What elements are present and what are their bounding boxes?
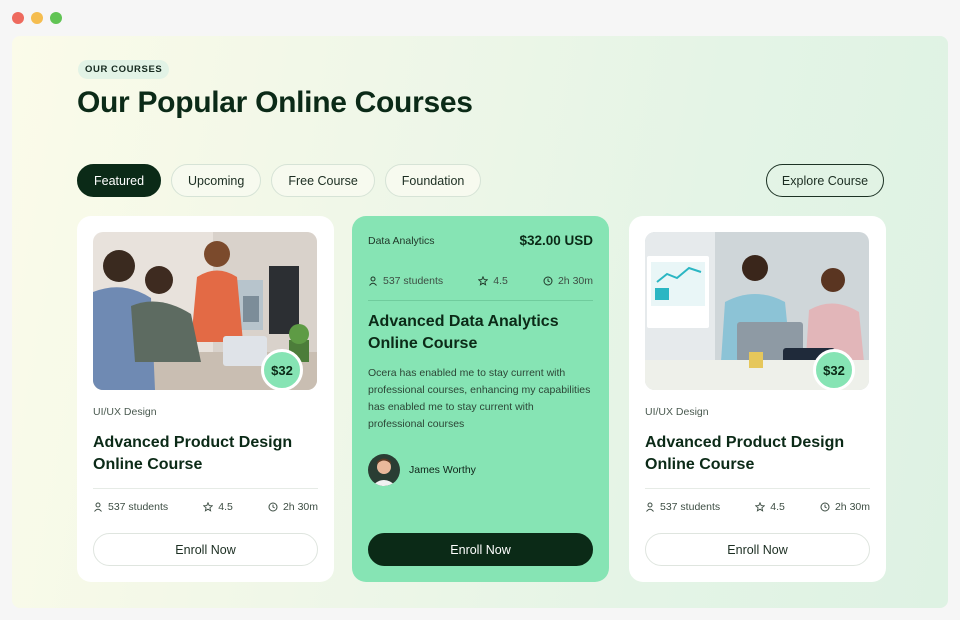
students-count: 537 students bbox=[383, 275, 444, 287]
user-icon bbox=[94, 502, 102, 512]
students-meta: 537 students bbox=[368, 275, 443, 287]
students-meta: 537 students bbox=[645, 501, 720, 513]
duration-meta: 2h 30m bbox=[543, 275, 593, 287]
clock-icon bbox=[268, 502, 278, 512]
rating-value: 4.5 bbox=[493, 275, 508, 287]
rating-value: 4.5 bbox=[770, 501, 785, 513]
students-count: 537 students bbox=[108, 501, 169, 513]
rating-value: 4.5 bbox=[218, 501, 233, 513]
price-badge: $32 bbox=[813, 349, 855, 391]
rating-meta: 4.5 bbox=[478, 275, 508, 287]
courses-section: OUR COURSES Our Popular Online Courses F… bbox=[12, 36, 948, 608]
course-category: UI/UX Design bbox=[93, 406, 157, 418]
minimize-window-button[interactable] bbox=[31, 12, 43, 24]
card-divider bbox=[645, 488, 870, 489]
duration-value: 2h 30m bbox=[557, 275, 593, 287]
enroll-now-button[interactable]: Enroll Now bbox=[368, 533, 593, 566]
avatar bbox=[368, 454, 400, 486]
course-category: Data Analytics bbox=[368, 235, 435, 247]
course-title[interactable]: Advanced Product Design Online Course bbox=[645, 432, 870, 476]
window-controls bbox=[12, 12, 62, 24]
tab-upcoming[interactable]: Upcoming bbox=[171, 164, 262, 197]
star-icon bbox=[203, 502, 214, 512]
star-icon bbox=[478, 276, 489, 286]
course-filter-tabs: Featured Upcoming Free Course Foundation bbox=[77, 164, 482, 197]
students-meta: 537 students bbox=[93, 501, 168, 513]
rating-meta: 4.5 bbox=[755, 501, 785, 513]
author-name: James Worthy bbox=[409, 464, 476, 476]
duration-meta: 2h 30m bbox=[820, 501, 870, 513]
course-title[interactable]: Advanced Product Design Online Course bbox=[93, 432, 318, 476]
course-meta: 537 students 4.5 2h 30m bbox=[645, 501, 870, 513]
tab-free-course[interactable]: Free Course bbox=[271, 164, 375, 197]
course-author: James Worthy bbox=[368, 454, 476, 486]
course-meta: 537 students 4.5 2h 30m bbox=[93, 501, 318, 513]
duration-meta: 2h 30m bbox=[268, 501, 318, 513]
maximize-window-button[interactable] bbox=[50, 12, 62, 24]
students-count: 537 students bbox=[660, 501, 721, 513]
duration-value: 2h 30m bbox=[282, 501, 318, 513]
course-card-product-design-2[interactable]: $32 UI/UX Design Advanced Product Design… bbox=[629, 216, 886, 582]
card-divider bbox=[368, 300, 593, 301]
duration-value: 2h 30m bbox=[834, 501, 870, 513]
clock-icon bbox=[820, 502, 830, 512]
course-card-product-design[interactable]: $32 UI/UX Design Advanced Product Design… bbox=[77, 216, 334, 582]
explore-course-button[interactable]: Explore Course bbox=[766, 164, 884, 197]
price-badge: $32 bbox=[261, 349, 303, 391]
user-icon bbox=[646, 502, 654, 512]
clock-icon bbox=[543, 276, 553, 286]
rating-meta: 4.5 bbox=[203, 501, 233, 513]
tab-foundation[interactable]: Foundation bbox=[384, 164, 482, 197]
course-price: $32.00 USD bbox=[519, 233, 593, 248]
page-title: Our Popular Online Courses bbox=[77, 86, 473, 119]
card-divider bbox=[93, 488, 318, 489]
course-card-data-analytics[interactable]: Data Analytics $32.00 USD 537 students 4… bbox=[352, 216, 609, 582]
course-description: Ocera has enabled me to stay current wit… bbox=[368, 367, 591, 430]
course-title[interactable]: Advanced Data Analytics Online Course bbox=[368, 311, 593, 355]
course-meta: 537 students 4.5 2h 30m bbox=[368, 275, 593, 287]
enroll-now-button[interactable]: Enroll Now bbox=[645, 533, 870, 566]
course-category: UI/UX Design bbox=[645, 406, 709, 418]
user-icon bbox=[369, 276, 377, 286]
enroll-now-button[interactable]: Enroll Now bbox=[93, 533, 318, 566]
section-eyebrow: OUR COURSES bbox=[78, 60, 170, 79]
tab-featured[interactable]: Featured bbox=[77, 164, 162, 197]
close-window-button[interactable] bbox=[12, 12, 24, 24]
star-icon bbox=[755, 502, 766, 512]
